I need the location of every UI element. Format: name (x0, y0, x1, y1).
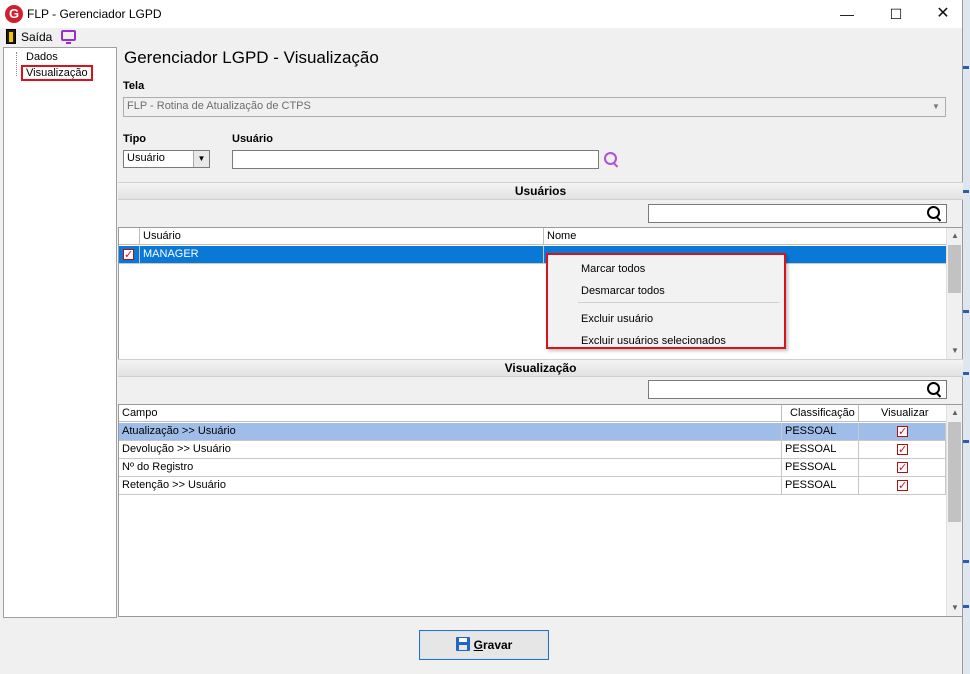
tela-select-value: FLP - Rotina de Atualização de CTPS (127, 100, 311, 112)
visualizar-cell (859, 441, 946, 459)
column-header-campo[interactable]: Campo (119, 405, 782, 422)
scroll-down-icon[interactable]: ▼ (947, 600, 963, 616)
users-filter-input[interactable] (648, 204, 947, 223)
table-row[interactable]: Atualização >> Usuário PESSOAL (119, 423, 946, 441)
visualizar-checkbox[interactable] (897, 460, 908, 477)
column-header-select[interactable] (119, 228, 140, 245)
menu-item-excluir-usuario[interactable]: Excluir usuário (581, 313, 653, 325)
main-content: Gerenciador LGPD - Visualização Tela FLP… (118, 47, 963, 618)
view-filter-input[interactable] (648, 380, 947, 399)
column-header-visualizar[interactable]: Visualizar (859, 405, 946, 422)
users-grid-scrollbar[interactable]: ▲ ▼ (946, 228, 962, 359)
classificacao-cell: PESSOAL (782, 459, 859, 477)
chevron-down-icon: ▼ (193, 151, 209, 167)
search-icon[interactable] (927, 382, 943, 398)
campo-cell: Retenção >> Usuário (119, 477, 782, 495)
title-bar: G FLP - Gerenciador LGPD — ☐ ✕ (0, 0, 962, 28)
scrollbar-thumb[interactable] (948, 422, 961, 522)
classificacao-cell: PESSOAL (782, 423, 859, 441)
save-button-label: Gravar (473, 638, 513, 652)
view-section-header: Visualização (118, 359, 963, 377)
classificacao-cell: PESSOAL (782, 441, 859, 459)
classificacao-cell: PESSOAL (782, 477, 859, 495)
visualizar-cell (859, 477, 946, 495)
page-title: Gerenciador LGPD - Visualização (124, 48, 379, 67)
search-icon[interactable] (604, 152, 620, 168)
users-grid-header: Usuário Nome (119, 228, 946, 245)
campo-cell: Nº do Registro (119, 459, 782, 477)
view-grid-scrollbar[interactable]: ▲ ▼ (946, 405, 962, 616)
app-logo-icon: G (5, 5, 23, 23)
usuario-label: Usuário (232, 133, 273, 145)
tree-connector (16, 52, 17, 76)
menu-item-marcar-todos[interactable]: Marcar todos (581, 263, 645, 275)
menu-item-desmarcar-todos[interactable]: Desmarcar todos (581, 285, 665, 297)
menu-item-excluir-selecionados[interactable]: Excluir usuários selecionados (581, 335, 726, 347)
minimize-button[interactable]: — (824, 0, 870, 28)
table-row[interactable]: Nº do Registro PESSOAL (119, 459, 946, 477)
main-window: G FLP - Gerenciador LGPD — ☐ ✕ Saída Dad… (0, 0, 963, 674)
visualizar-checkbox[interactable] (897, 424, 908, 441)
menu-bar: Saída (0, 28, 962, 46)
scroll-up-icon[interactable]: ▲ (947, 405, 963, 421)
background-window-strip (962, 0, 970, 674)
monitor-icon[interactable] (61, 30, 76, 44)
scroll-up-icon[interactable]: ▲ (947, 228, 963, 244)
row-checkbox[interactable] (123, 247, 134, 264)
tipo-select[interactable]: Usuário ▼ (123, 150, 210, 168)
campo-cell: Atualização >> Usuário (119, 423, 782, 441)
nav-item-dados[interactable]: Dados (26, 51, 58, 63)
navigation-tree: Dados Visualização (3, 47, 117, 618)
tipo-select-value: Usuário (127, 152, 165, 164)
column-header-classificacao[interactable]: Classificação (782, 405, 859, 422)
save-button[interactable]: Gravar (419, 630, 549, 660)
visualizar-cell (859, 423, 946, 441)
menu-separator (578, 302, 779, 303)
exit-menu-item[interactable]: Saída (21, 30, 52, 44)
table-row[interactable]: Devolução >> Usuário PESSOAL (119, 441, 946, 459)
usuario-input[interactable] (232, 150, 599, 169)
scrollbar-thumb[interactable] (948, 245, 961, 293)
search-icon[interactable] (927, 206, 943, 222)
table-row[interactable]: MANAGER (119, 246, 946, 264)
usuario-cell: MANAGER (140, 246, 544, 264)
view-grid: Campo Classificação Visualizar Atualizaç… (118, 404, 963, 617)
nav-item-visualizacao[interactable]: Visualização (21, 65, 93, 81)
save-disk-icon (455, 637, 470, 651)
campo-cell: Devolução >> Usuário (119, 441, 782, 459)
row-select-cell (119, 246, 140, 264)
context-menu: Marcar todos Desmarcar todos Excluir usu… (546, 253, 786, 349)
tela-label: Tela (123, 80, 145, 92)
users-section-header: Usuários (118, 182, 963, 200)
chevron-down-icon: ▼ (932, 102, 940, 111)
users-grid: Usuário Nome MANAGER ▲ ▼ (118, 227, 963, 360)
column-header-nome[interactable]: Nome (544, 228, 946, 245)
table-row[interactable]: Retenção >> Usuário PESSOAL (119, 477, 946, 495)
tela-select[interactable]: FLP - Rotina de Atualização de CTPS ▼ (123, 97, 946, 117)
tipo-label: Tipo (123, 133, 147, 145)
window-title: FLP - Gerenciador LGPD (27, 7, 162, 21)
maximize-button[interactable]: ☐ (873, 0, 919, 28)
visualizar-cell (859, 459, 946, 477)
close-button[interactable]: ✕ (920, 0, 966, 28)
view-grid-header: Campo Classificação Visualizar (119, 405, 946, 422)
column-header-usuario[interactable]: Usuário (140, 228, 544, 245)
visualizar-checkbox[interactable] (897, 442, 908, 459)
visualizar-checkbox[interactable] (897, 478, 908, 495)
scroll-down-icon[interactable]: ▼ (947, 343, 963, 359)
exit-door-icon[interactable] (6, 29, 16, 44)
